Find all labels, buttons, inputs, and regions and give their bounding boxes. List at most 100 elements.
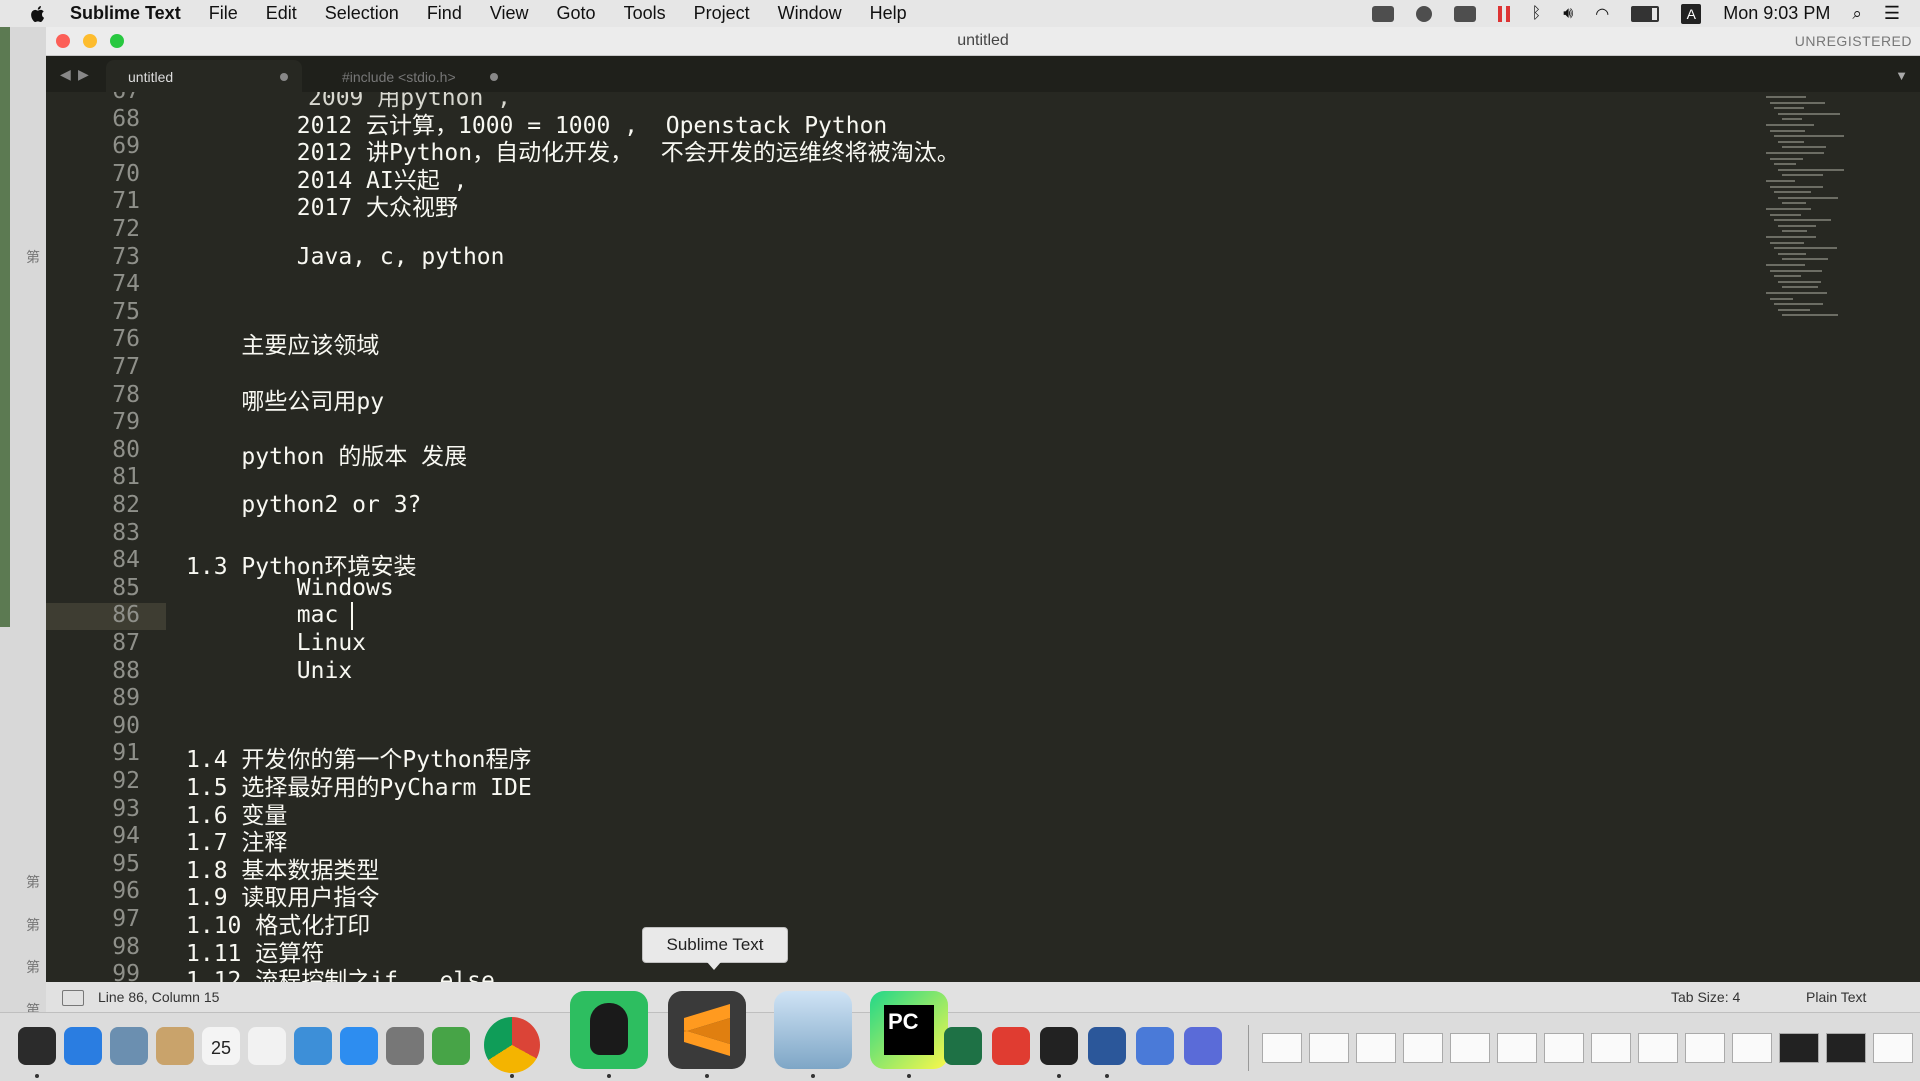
- excel-icon[interactable]: [944, 1027, 982, 1065]
- clock[interactable]: Mon 9:03 PM: [1723, 3, 1830, 24]
- dock: 25 PC: [0, 991, 1920, 1081]
- dock-separator: [1248, 1025, 1249, 1071]
- line-number: 87: [112, 630, 140, 656]
- minimap-line: [1770, 241, 1804, 244]
- minimized-window-thumbnail[interactable]: [1638, 1033, 1678, 1063]
- line-number: 97: [112, 906, 140, 932]
- battery-icon[interactable]: [1631, 5, 1660, 22]
- line-number: 68: [112, 105, 140, 132]
- keynote-icon[interactable]: [294, 1027, 332, 1065]
- appstore-icon[interactable]: [340, 1027, 378, 1065]
- tab-list-dropdown-icon[interactable]: ▼: [1895, 68, 1908, 83]
- screen-record-icon[interactable]: [1371, 5, 1394, 22]
- line-number: 76: [112, 326, 140, 353]
- menu-goto[interactable]: Goto: [557, 3, 596, 24]
- textedit-icon[interactable]: [248, 1027, 286, 1065]
- tab-size-selector[interactable]: Tab Size: 4: [1671, 989, 1740, 1005]
- minimized-window-thumbnail[interactable]: [1309, 1033, 1349, 1063]
- menu-window[interactable]: Window: [778, 3, 842, 24]
- line-number: 75: [112, 298, 140, 325]
- tab-back-icon[interactable]: ◀: [60, 66, 71, 83]
- minimap-line: [1782, 286, 1818, 289]
- unregistered-label: UNREGISTERED: [1794, 33, 1912, 49]
- minimized-window-thumbnail[interactable]: [1685, 1033, 1725, 1063]
- line-number: 92: [112, 768, 140, 794]
- minimap-line: [1770, 129, 1805, 132]
- unsaved-dot-icon[interactable]: [490, 73, 498, 81]
- menu-find[interactable]: Find: [427, 3, 462, 24]
- settings-icon[interactable]: [386, 1027, 424, 1065]
- code-line: 1.12 流程控制之if...else: [186, 968, 495, 982]
- chrome-icon[interactable]: [484, 1017, 540, 1073]
- tab-untitled[interactable]: untitled: [106, 60, 302, 93]
- safari-icon[interactable]: [64, 1027, 102, 1065]
- tab-forward-icon[interactable]: ▶: [78, 66, 89, 83]
- minimap-line: [1778, 252, 1806, 255]
- line-number: 94: [112, 823, 140, 850]
- menu-file[interactable]: File: [209, 3, 238, 24]
- menu-selection[interactable]: Selection: [325, 3, 399, 24]
- minimized-window-thumbnail[interactable]: [1826, 1033, 1866, 1063]
- console-toggle-icon[interactable]: [62, 990, 84, 1006]
- screen-icon[interactable]: [1136, 1027, 1174, 1065]
- misc-icon[interactable]: [1184, 1027, 1222, 1065]
- drive-tray-icon[interactable]: [1453, 5, 1476, 22]
- numbers-icon[interactable]: [432, 1027, 470, 1065]
- running-indicator: [1105, 1074, 1109, 1078]
- minimized-window-thumbnail[interactable]: [1779, 1033, 1819, 1063]
- minimized-window-thumbnail[interactable]: [1544, 1033, 1584, 1063]
- syntax-selector[interactable]: Plain Text: [1806, 989, 1866, 1005]
- evernote-icon[interactable]: [570, 991, 648, 1069]
- xmind-icon[interactable]: [992, 1027, 1030, 1065]
- menu-app-name[interactable]: Sublime Text: [70, 3, 181, 24]
- pause-icon[interactable]: [1497, 5, 1510, 22]
- menu-edit[interactable]: Edit: [266, 3, 297, 24]
- minimap[interactable]: [1766, 92, 1866, 332]
- menu-tools[interactable]: Tools: [624, 3, 666, 24]
- pycharm-icon[interactable]: PC: [870, 991, 948, 1069]
- minimized-window-thumbnail[interactable]: [1732, 1033, 1772, 1063]
- terminal-icon[interactable]: [18, 1027, 56, 1065]
- editor-area[interactable]: 6768697071727374757677787980818283848586…: [46, 92, 1920, 982]
- minimap-line: [1766, 124, 1814, 126]
- line-number: 72: [112, 216, 140, 242]
- menu-help[interactable]: Help: [870, 3, 907, 24]
- minimap-line: [1778, 308, 1810, 311]
- evernote-tray-icon[interactable]: [1415, 5, 1432, 22]
- line-number: 99: [112, 961, 140, 982]
- sublime-icon[interactable]: [668, 991, 746, 1069]
- minimized-window-thumbnail[interactable]: [1450, 1033, 1490, 1063]
- spotlight-search-icon[interactable]: ⌕: [1852, 4, 1862, 24]
- menu-project[interactable]: Project: [694, 3, 750, 24]
- minimized-window-thumbnail[interactable]: [1591, 1033, 1631, 1063]
- preview-icon[interactable]: [774, 991, 852, 1069]
- line-number: 69: [112, 133, 140, 160]
- menu-view[interactable]: View: [490, 3, 529, 24]
- notification-center-icon[interactable]: ☰: [1884, 3, 1900, 24]
- unsaved-dot-icon[interactable]: [280, 73, 288, 81]
- code-line: 哪些公司用py: [186, 388, 385, 415]
- tab-include-stdio[interactable]: #include <stdio.h>: [308, 60, 498, 93]
- running-indicator: [907, 1074, 911, 1078]
- minimized-window-thumbnail[interactable]: [1356, 1033, 1396, 1063]
- calendar-icon[interactable]: 25: [202, 1027, 240, 1065]
- bluetooth-icon[interactable]: ᛒ: [1532, 5, 1542, 23]
- apple-menu-icon[interactable]: [28, 4, 48, 24]
- minimized-window-thumbnail[interactable]: [1262, 1033, 1302, 1063]
- volume-icon[interactable]: 🔊︎: [1563, 5, 1573, 23]
- minimap-line: [1782, 174, 1823, 177]
- line-number: 93: [112, 795, 140, 822]
- minimized-window-thumbnail[interactable]: [1873, 1033, 1913, 1063]
- minimized-window-thumbnail[interactable]: [1403, 1033, 1443, 1063]
- wifi-icon[interactable]: ◠: [1595, 4, 1609, 24]
- mail-icon[interactable]: [110, 1027, 148, 1065]
- minimap-line: [1770, 101, 1825, 104]
- word-icon[interactable]: [1088, 1027, 1126, 1065]
- line-number: 70: [112, 160, 140, 187]
- minimap-line: [1770, 269, 1822, 272]
- qq-icon[interactable]: [1040, 1027, 1078, 1065]
- running-indicator: [705, 1074, 709, 1078]
- input-method-icon[interactable]: A: [1681, 3, 1702, 24]
- notes-icon[interactable]: [156, 1027, 194, 1065]
- minimized-window-thumbnail[interactable]: [1497, 1033, 1537, 1063]
